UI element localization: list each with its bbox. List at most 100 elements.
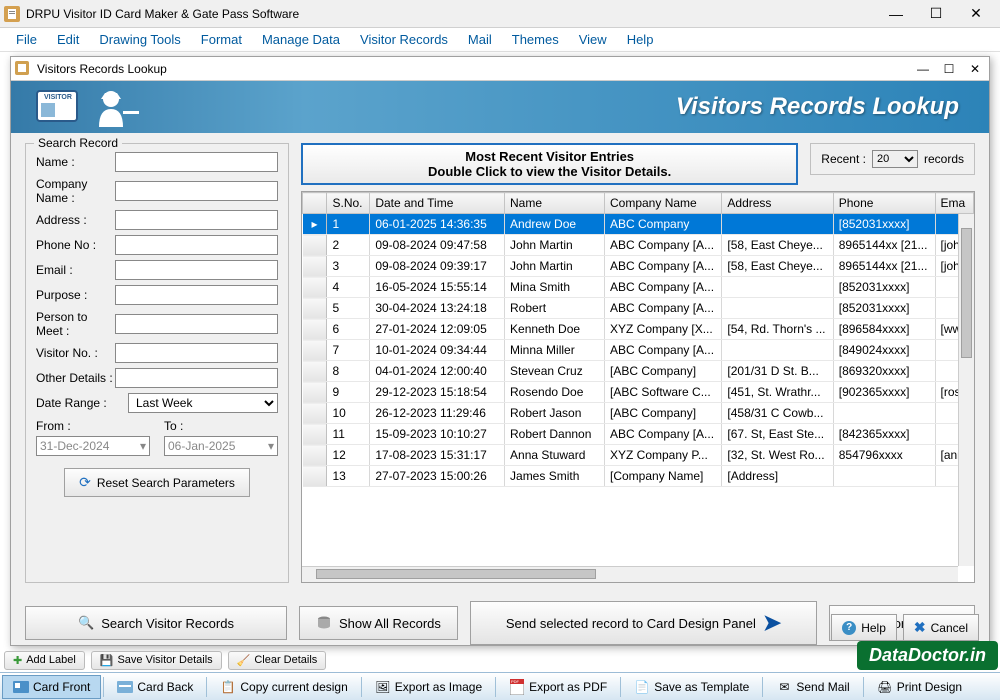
col-datetime[interactable]: Date and Time (370, 193, 505, 214)
visitor-no-label: Visitor No. : (36, 346, 115, 360)
table-row[interactable]: 710-01-2024 09:34:44Minna MillerABC Comp… (303, 340, 974, 361)
send-mail-button[interactable]: ✉Send Mail (765, 675, 860, 699)
tab-card-back[interactable]: Card Back (106, 675, 204, 699)
send-to-card-design-button[interactable]: Send selected record to Card Design Pane… (470, 601, 817, 645)
date-range-label: Date Range : (36, 396, 128, 410)
menu-themes[interactable]: Themes (502, 30, 569, 49)
purpose-input[interactable] (115, 285, 278, 305)
table-row[interactable]: 309-08-2024 09:39:17John MartinABC Compa… (303, 256, 974, 277)
vertical-scrollbar[interactable] (958, 214, 974, 566)
col-phone[interactable]: Phone (833, 193, 935, 214)
results-table-wrap: S.No. Date and Time Name Company Name Ad… (301, 191, 975, 583)
phone-input[interactable] (115, 235, 278, 255)
col-company[interactable]: Company Name (605, 193, 722, 214)
person-to-meet-input[interactable] (115, 314, 278, 334)
card-front-icon (13, 679, 29, 695)
recent-count-select[interactable]: 20 (872, 150, 918, 168)
clear-details-button[interactable]: 🧹Clear Details (228, 651, 327, 670)
horizontal-scrollbar[interactable] (302, 566, 958, 582)
table-row[interactable]: 627-01-2024 12:09:05Kenneth DoeXYZ Compa… (303, 319, 974, 340)
menu-manage-data[interactable]: Manage Data (252, 30, 350, 49)
pdf-icon: PDF (509, 679, 525, 695)
help-button[interactable]: ?Help (831, 614, 897, 641)
svg-text:VISITOR: VISITOR (44, 94, 72, 101)
table-row[interactable]: 1327-07-2023 15:00:26James Smith[Company… (303, 466, 974, 487)
watermark: DataDoctor.in (857, 641, 998, 670)
menu-edit[interactable]: Edit (47, 30, 89, 49)
menu-format[interactable]: Format (191, 30, 252, 49)
address-input[interactable] (115, 210, 278, 230)
table-row[interactable]: 209-08-2024 09:47:58John MartinABC Compa… (303, 235, 974, 256)
recent-label: Recent : (821, 152, 866, 166)
copy-icon: 📋 (220, 679, 236, 695)
menu-help[interactable]: Help (617, 30, 664, 49)
refresh-icon: ⟳ (79, 474, 91, 491)
from-date-input[interactable]: 31-Dec-2024▾ (36, 436, 150, 456)
image-icon: 🖼 (375, 679, 391, 695)
other-label: Other Details : (36, 371, 115, 385)
close-button[interactable]: ✕ (956, 3, 996, 25)
search-visitor-records-button[interactable]: 🔍 Search Visitor Records (25, 606, 287, 640)
purpose-label: Purpose : (36, 288, 115, 302)
dialog-minimize-button[interactable]: — (913, 60, 933, 78)
from-label: From : (36, 419, 150, 433)
table-row[interactable]: 1115-09-2023 10:10:27Robert DannonABC Co… (303, 424, 974, 445)
app-title: DRPU Visitor ID Card Maker & Gate Pass S… (26, 7, 876, 21)
tab-card-front[interactable]: Card Front (2, 675, 101, 699)
table-row[interactable]: 1026-12-2023 11:29:46Robert Jason[ABC Co… (303, 403, 974, 424)
print-design-button[interactable]: 🖨Print Design (866, 675, 973, 699)
visitor-badge-icon: VISITOR (31, 85, 85, 129)
save-template-button[interactable]: 📄Save as Template (623, 675, 760, 699)
menu-drawing-tools[interactable]: Drawing Tools (89, 30, 190, 49)
to-label: To : (164, 419, 278, 433)
to-date-input[interactable]: 06-Jan-2025▾ (164, 436, 278, 456)
dialog-close-button[interactable]: ✕ (965, 60, 985, 78)
col-email[interactable]: Ema (935, 193, 974, 214)
email-input[interactable] (115, 260, 278, 280)
col-name[interactable]: Name (505, 193, 605, 214)
recent-records-box: Recent : 20 records (810, 143, 975, 175)
dialog-icon (15, 61, 31, 77)
email-label: Email : (36, 263, 115, 277)
search-icon: 🔍 (78, 615, 94, 631)
plus-icon: ✚ (13, 654, 22, 667)
show-all-records-button[interactable]: Show All Records (299, 606, 458, 640)
table-row[interactable]: 416-05-2024 15:55:14Mina SmithABC Compan… (303, 277, 974, 298)
copy-design-button[interactable]: 📋Copy current design (209, 675, 358, 699)
export-image-button[interactable]: 🖼Export as Image (364, 675, 493, 699)
menu-visitor-records[interactable]: Visitor Records (350, 30, 458, 49)
menu-file[interactable]: File (6, 30, 47, 49)
save-visitor-details-button[interactable]: 💾Save Visitor Details (91, 651, 222, 670)
col-sno[interactable]: S.No. (327, 193, 370, 214)
menu-mail[interactable]: Mail (458, 30, 502, 49)
table-row[interactable]: 530-04-2024 13:24:18RobertABC Company [A… (303, 298, 974, 319)
table-row[interactable]: 804-01-2024 12:00:40Stevean Cruz[ABC Com… (303, 361, 974, 382)
template-icon: 📄 (634, 679, 650, 695)
date-range-select[interactable]: Last Week (128, 393, 278, 413)
clear-icon: 🧹 (237, 654, 251, 667)
table-row[interactable]: 929-12-2023 15:18:54Rosendo Doe[ABC Soft… (303, 382, 974, 403)
visitor-no-input[interactable] (115, 343, 278, 363)
reset-search-button[interactable]: ⟳ Reset Search Parameters (64, 468, 250, 497)
minimize-button[interactable]: — (876, 3, 916, 25)
col-address[interactable]: Address (722, 193, 833, 214)
cancel-button[interactable]: ✖Cancel (903, 614, 979, 641)
dialog-maximize-button[interactable]: ☐ (939, 60, 959, 78)
svg-text:PDF: PDF (511, 679, 520, 684)
export-pdf-button[interactable]: PDFExport as PDF (498, 675, 618, 699)
cancel-icon: ✖ (914, 619, 926, 636)
table-row[interactable]: ▸106-01-2025 14:36:35Andrew DoeABC Compa… (303, 214, 974, 235)
person-label: Person to Meet : (36, 310, 115, 338)
table-row[interactable]: 1217-08-2023 15:31:17Anna StuwardXYZ Com… (303, 445, 974, 466)
company-input[interactable] (115, 181, 278, 201)
menu-view[interactable]: View (569, 30, 617, 49)
name-input[interactable] (115, 152, 278, 172)
phone-label: Phone No : (36, 238, 115, 252)
save-icon: 💾 (100, 654, 114, 667)
other-details-input[interactable] (115, 368, 278, 388)
results-table[interactable]: S.No. Date and Time Name Company Name Ad… (302, 192, 974, 487)
calendar-icon: ▾ (268, 439, 274, 453)
arrow-right-icon: ➤ (763, 610, 781, 636)
add-label-button[interactable]: ✚Add Label (4, 651, 85, 670)
maximize-button[interactable]: ☐ (916, 3, 956, 25)
